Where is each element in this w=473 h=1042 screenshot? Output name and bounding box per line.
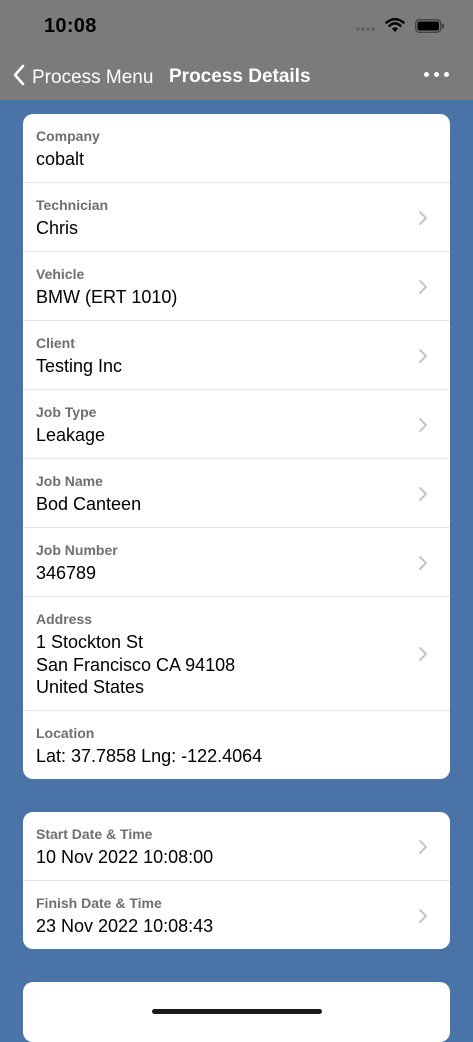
process-details-card: Company cobalt Technician Chris Vehicle …: [23, 114, 450, 779]
job-type-label: Job Type: [36, 404, 97, 420]
status-bar: 10:08: [0, 0, 473, 52]
status-time: 10:08: [44, 15, 97, 37]
start-date-time-row[interactable]: Start Date & Time 10 Nov 2022 10:08:00: [23, 812, 450, 881]
more-dot-icon: [424, 72, 429, 77]
company-row: Company cobalt: [23, 114, 450, 183]
job-name-label: Job Name: [36, 473, 103, 489]
navigation-bar: Process Menu Process Details: [0, 52, 473, 100]
more-dot-icon: [434, 72, 439, 77]
chevron-right-icon: [418, 279, 428, 295]
finish-date-time-row[interactable]: Finish Date & Time 23 Nov 2022 10:08:43: [23, 881, 450, 949]
back-button-label: Process Menu: [32, 66, 154, 88]
more-options-button[interactable]: [424, 72, 449, 77]
chevron-right-icon: [418, 210, 428, 226]
finish-date-time-label: Finish Date & Time: [36, 895, 162, 911]
location-label: Location: [36, 725, 95, 741]
job-name-row[interactable]: Job Name Bod Canteen: [23, 459, 450, 528]
cellular-signal-icon: [355, 19, 375, 37]
chevron-right-icon: [418, 908, 428, 924]
job-name-value: Bod Canteen: [36, 494, 142, 514]
chevron-right-icon: [418, 486, 428, 502]
chevron-right-icon: [418, 839, 428, 855]
location-value: Lat: 37.7858 Lng: -122.4064: [36, 746, 263, 766]
technician-label: Technician: [36, 197, 109, 213]
chevron-left-icon: [12, 64, 26, 91]
chevron-right-icon: [418, 555, 428, 571]
start-date-time-value: 10 Nov 2022 10:08:00: [36, 847, 214, 867]
battery-icon: [415, 18, 445, 38]
address-line: United States: [36, 677, 145, 697]
date-time-card: Start Date & Time 10 Nov 2022 10:08:00 F…: [23, 812, 450, 949]
vehicle-row[interactable]: Vehicle BMW (ERT 1010): [23, 252, 450, 321]
home-indicator[interactable]: [152, 1009, 322, 1014]
status-icons: [355, 18, 445, 38]
page-title: Process Details: [169, 66, 311, 87]
chevron-right-icon: [418, 348, 428, 364]
finish-date-time-value: 23 Nov 2022 10:08:43: [36, 916, 214, 936]
client-value: Testing Inc: [36, 356, 123, 376]
address-row[interactable]: Address 1 Stockton St San Francisco CA 9…: [23, 597, 450, 711]
company-label: Company: [36, 128, 100, 144]
address-value: 1 Stockton St San Francisco CA 94108 Uni…: [36, 631, 235, 699]
job-number-label: Job Number: [36, 542, 118, 558]
start-date-time-label: Start Date & Time: [36, 826, 153, 842]
vehicle-value: BMW (ERT 1010): [36, 287, 178, 307]
technician-row[interactable]: Technician Chris: [23, 183, 450, 252]
more-dot-icon: [444, 72, 449, 77]
client-label: Client: [36, 335, 75, 351]
job-type-row[interactable]: Job Type Leakage: [23, 390, 450, 459]
address-line: 1 Stockton St: [36, 632, 144, 652]
address-label: Address: [36, 611, 93, 627]
chevron-right-icon: [418, 417, 428, 433]
location-row: Location Lat: 37.7858 Lng: -122.4064: [23, 711, 450, 779]
address-line: San Francisco CA 94108: [36, 654, 236, 675]
chevron-right-icon: [418, 646, 428, 662]
vehicle-label: Vehicle: [36, 266, 85, 282]
job-type-value: Leakage: [36, 425, 106, 445]
back-button[interactable]: Process Menu: [12, 64, 153, 91]
technician-value: Chris: [36, 218, 79, 238]
job-number-value: 346789: [36, 563, 97, 583]
company-value: cobalt: [36, 149, 85, 169]
client-row[interactable]: Client Testing Inc: [23, 321, 450, 390]
wifi-icon: [385, 18, 405, 38]
job-number-row[interactable]: Job Number 346789: [23, 528, 450, 597]
